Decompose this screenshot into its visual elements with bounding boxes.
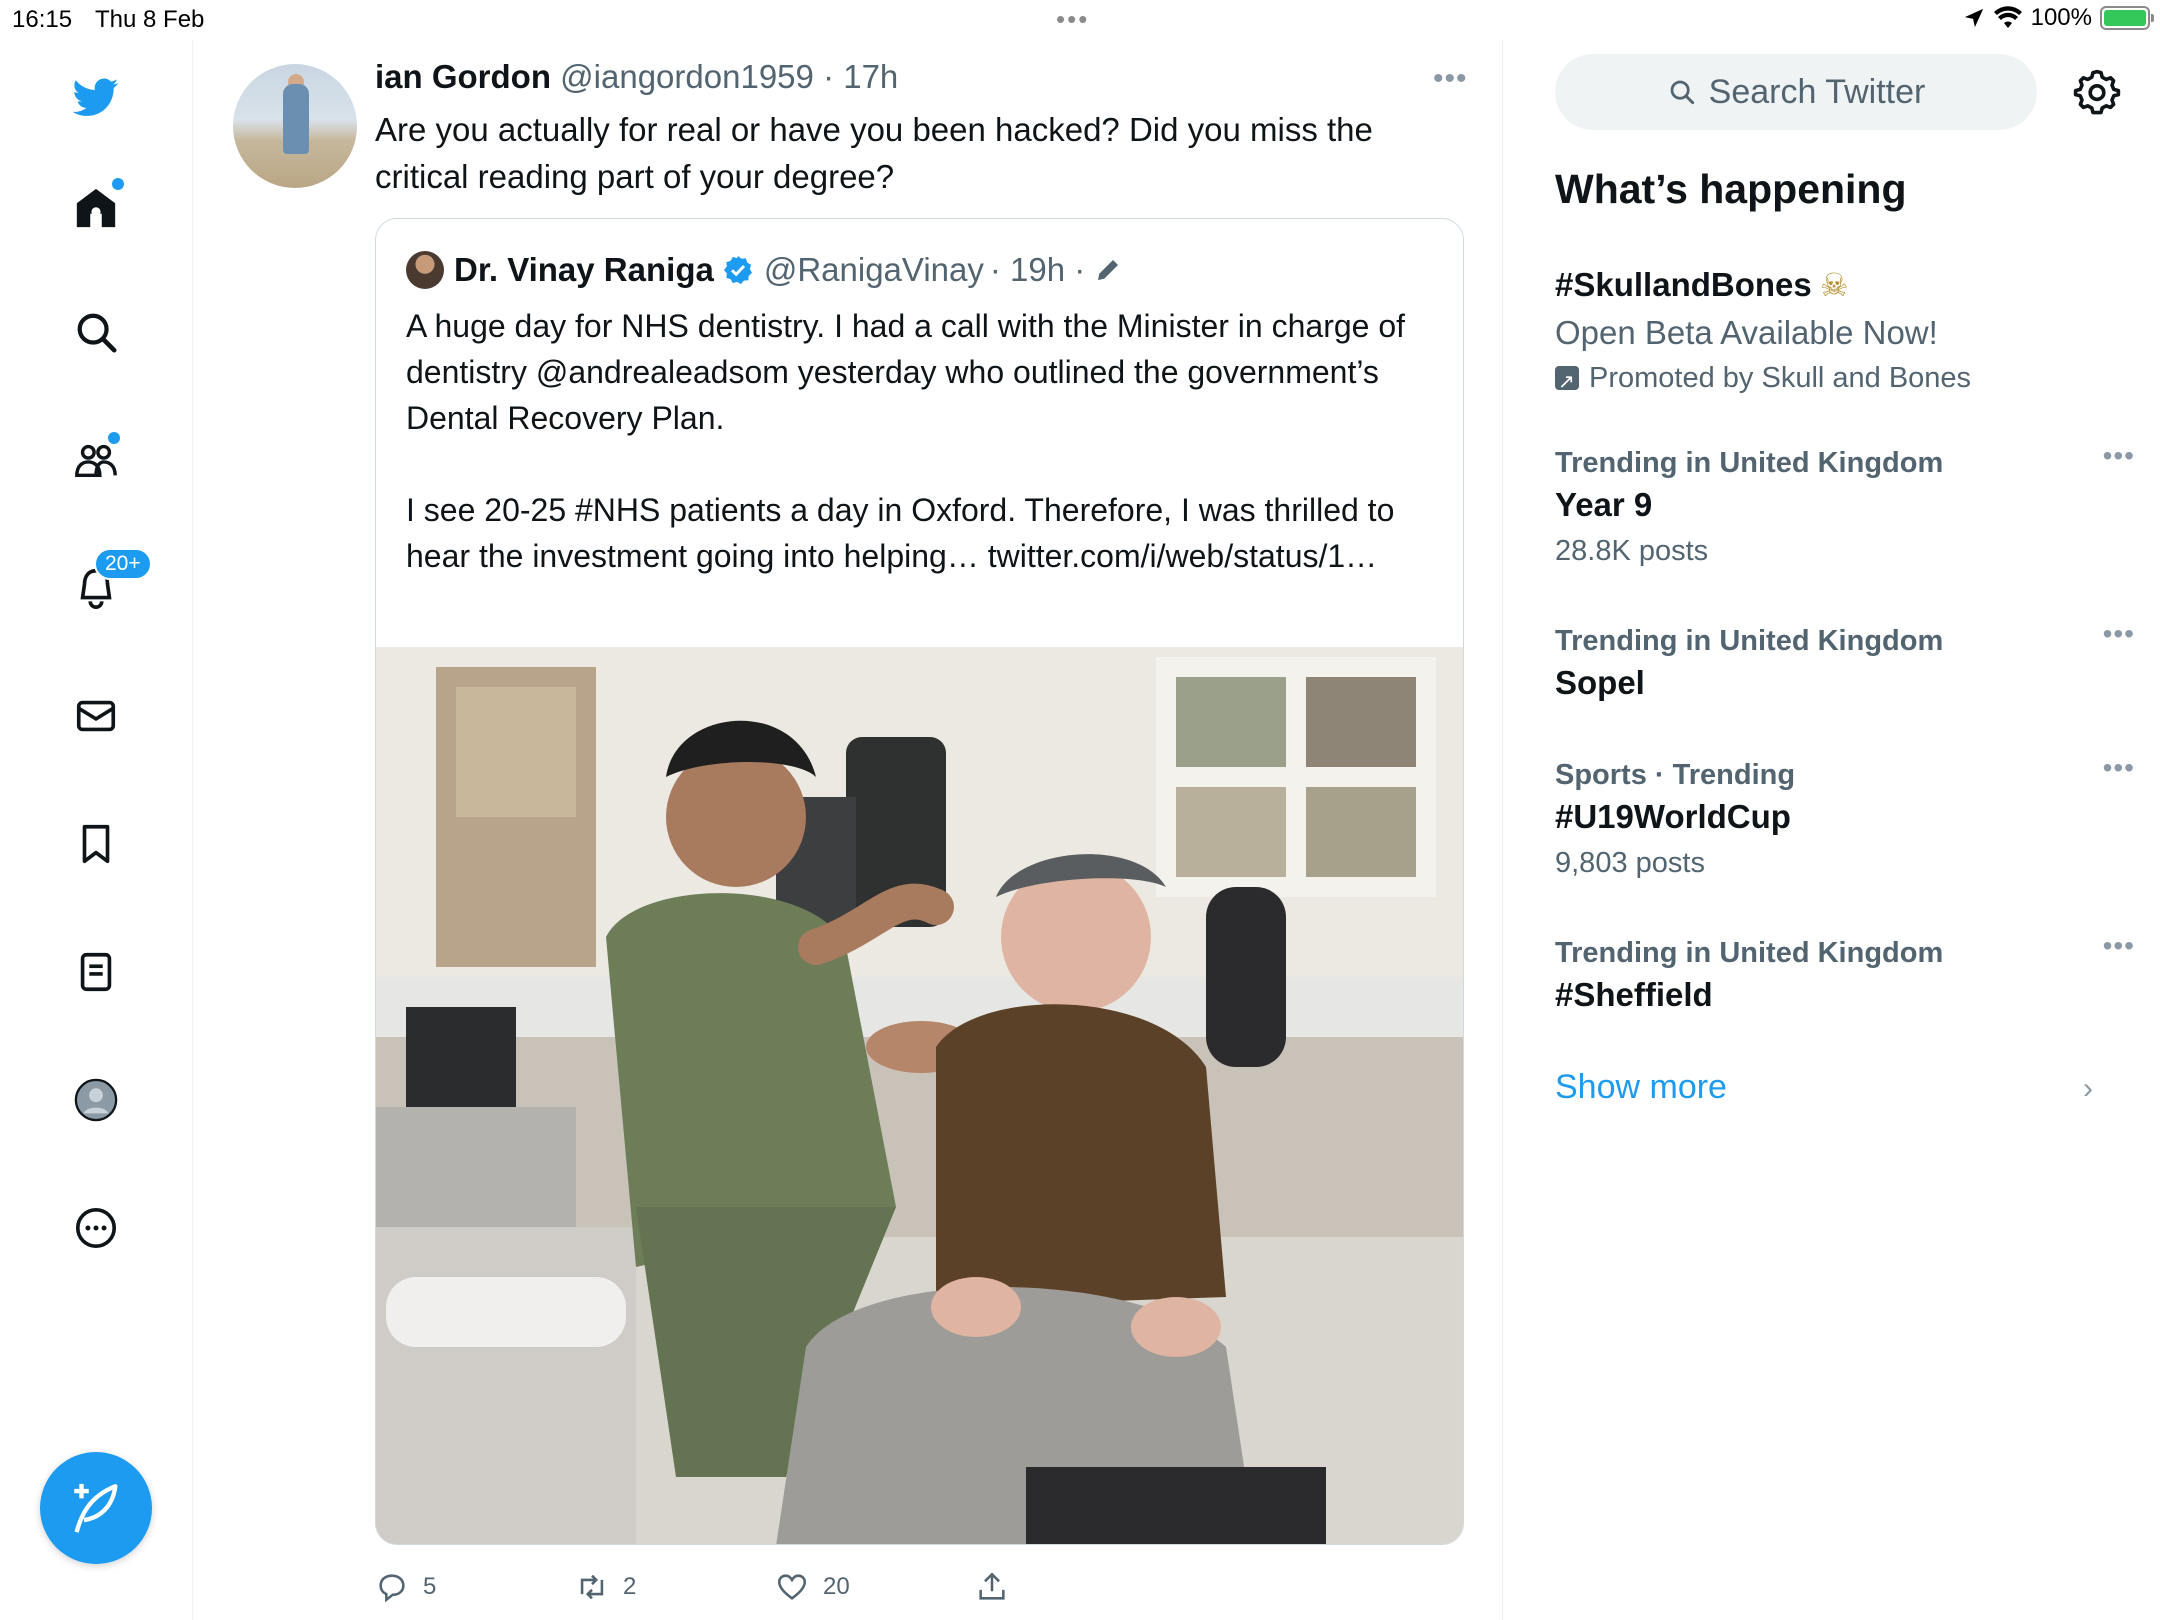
promo-by-text: Promoted by Skull and Bones bbox=[1589, 362, 1972, 394]
trend-title: Year 9 bbox=[1555, 486, 1653, 523]
retweet-icon bbox=[580, 1574, 604, 1600]
search-icon bbox=[1670, 80, 1694, 105]
retweet-count: 2 bbox=[623, 1573, 637, 1600]
right-sidebar: Search Twitter What’s happening #Skullan… bbox=[1503, 40, 2160, 1620]
home-unread-dot bbox=[112, 178, 124, 190]
quoted-author-name: Dr. Vinay Raniga bbox=[454, 251, 714, 288]
trend-item[interactable]: Sports · Trending #U19WorldCup 9,803 pos… bbox=[1555, 752, 2134, 886]
status-date: Thu 8 Feb bbox=[95, 6, 205, 33]
home-icon[interactable] bbox=[66, 178, 126, 238]
promo-attribution: Promoted by Skull and Bones bbox=[1555, 358, 2115, 402]
left-nav: 20+ bbox=[0, 40, 193, 1620]
like-button[interactable]: 20 bbox=[775, 1570, 850, 1604]
trend-post-count: 9,803 posts bbox=[1555, 847, 1705, 879]
quoted-tweet-text: A huge day for NHS dentistry. I had a ca… bbox=[406, 303, 1446, 579]
chevron-right-icon: › bbox=[2083, 1072, 2093, 1105]
main-timeline: ian Gordon @iangordon1959 · 17h ••• Are … bbox=[193, 40, 1503, 1620]
status-time: 16:15 bbox=[12, 6, 73, 33]
share-button[interactable] bbox=[975, 1570, 1009, 1604]
skull-crossbones-icon: ☠ bbox=[1819, 267, 1849, 303]
trend-item[interactable]: Trending in United Kingdom Sopel ••• bbox=[1555, 618, 2134, 706]
reply-icon bbox=[379, 1574, 405, 1603]
edited-pencil-icon bbox=[1098, 260, 1119, 280]
tweet-author-handle[interactable]: @iangordon1959 bbox=[560, 58, 814, 95]
quoted-tweet-timestamp: · 19h · bbox=[989, 251, 1086, 288]
tweet-more-options-icon[interactable]: ••• bbox=[1433, 62, 1468, 96]
tweet-author-avatar[interactable] bbox=[233, 64, 357, 188]
notifications-badge: 20+ bbox=[94, 548, 152, 580]
battery-icon bbox=[2100, 6, 2154, 30]
tweet-media-photo[interactable] bbox=[376, 647, 1463, 1544]
wifi-icon bbox=[1993, 6, 2022, 28]
quoted-author-avatar bbox=[406, 251, 444, 289]
status-bar: 16:15 Thu 8 Feb ••• 100% bbox=[0, 0, 2160, 40]
heart-icon bbox=[777, 1574, 807, 1600]
trend-title: #U19WorldCup bbox=[1555, 798, 1791, 835]
trend-context: Trending in United Kingdom bbox=[1555, 625, 1944, 657]
trend-context: Trending in United Kingdom bbox=[1555, 447, 1944, 479]
trend-more-icon[interactable]: ••• bbox=[2103, 752, 2135, 784]
compose-tweet-button[interactable] bbox=[40, 1452, 152, 1564]
like-count: 20 bbox=[823, 1573, 850, 1600]
profile-avatar-icon[interactable] bbox=[66, 1070, 126, 1130]
communities-icon[interactable] bbox=[66, 430, 126, 490]
trend-post-count: 28.8K posts bbox=[1555, 535, 1709, 567]
quoted-tweet-paragraph: I see 20-25 #NHS patients a day in Oxfor… bbox=[406, 492, 1395, 574]
location-icon bbox=[1964, 8, 1983, 28]
tweet-header: ian Gordon @iangordon1959 · 17h bbox=[375, 58, 898, 96]
trend-title: #Sheffield bbox=[1555, 976, 1713, 1013]
whats-happening-heading: What’s happening bbox=[1555, 166, 1907, 212]
trend-item[interactable]: Trending in United Kingdom Year 9 28.8K … bbox=[1555, 440, 2134, 574]
search-icon[interactable] bbox=[66, 302, 126, 362]
trend-more-icon[interactable]: ••• bbox=[2103, 440, 2135, 472]
search-placeholder: Search Twitter bbox=[1708, 72, 1926, 111]
promoted-trend[interactable]: #SkullandBones ☠ Open Beta Available Now… bbox=[1555, 262, 2115, 402]
messages-icon[interactable] bbox=[66, 686, 126, 746]
tweet-author-name[interactable]: ian Gordon bbox=[375, 58, 551, 95]
more-icon[interactable] bbox=[66, 1198, 126, 1258]
trend-more-icon[interactable]: ••• bbox=[2103, 618, 2135, 650]
trend-context: Trending in United Kingdom bbox=[1555, 937, 1944, 969]
battery-percent: 100% bbox=[2030, 4, 2092, 31]
reply-button[interactable]: 5 bbox=[375, 1570, 436, 1604]
promoted-icon bbox=[1555, 362, 1579, 402]
trend-title: Sopel bbox=[1555, 664, 1645, 701]
trend-context: Sports · Trending bbox=[1555, 759, 1796, 791]
verified-badge-icon bbox=[723, 256, 752, 284]
trend-more-icon[interactable]: ••• bbox=[2103, 930, 2135, 962]
quoted-author-handle: @RanigaVinay bbox=[763, 251, 984, 288]
status-right: 100% bbox=[1963, 4, 2154, 32]
multitasking-dots[interactable]: ••• bbox=[1056, 4, 1089, 35]
tweet-timestamp[interactable]: · 17h bbox=[823, 58, 898, 95]
quoted-tweet-paragraph: A huge day for NHS dentistry. I had a ca… bbox=[406, 308, 1406, 436]
tweet-actions: 5 2 20 bbox=[375, 1570, 1075, 1614]
notifications-icon[interactable]: 20+ bbox=[66, 548, 152, 618]
bookmarks-icon[interactable] bbox=[66, 814, 126, 874]
promo-title: #SkullandBones bbox=[1555, 266, 1812, 303]
promo-subtitle: Open Beta Available Now! bbox=[1555, 314, 1938, 351]
promo-title-row: #SkullandBones ☠ bbox=[1555, 262, 2115, 308]
retweet-button[interactable]: 2 bbox=[575, 1570, 636, 1604]
lists-icon[interactable] bbox=[66, 942, 126, 1002]
quoted-tweet[interactable]: Dr. Vinay Raniga @RanigaVinay · 19h · A … bbox=[375, 218, 1464, 1545]
tweet-text: Are you actually for real or have you be… bbox=[375, 111, 1373, 195]
compose-feather-icon bbox=[74, 1483, 118, 1533]
share-icon bbox=[979, 1572, 1005, 1600]
trend-item[interactable]: Trending in United Kingdom #Sheffield ••… bbox=[1555, 930, 2134, 1018]
reply-count: 5 bbox=[423, 1573, 437, 1600]
quoted-tweet-header: Dr. Vinay Raniga @RanigaVinay · 19h · bbox=[406, 251, 1123, 289]
twitter-logo-icon[interactable] bbox=[66, 66, 126, 126]
search-input[interactable]: Search Twitter bbox=[1555, 54, 2037, 130]
communities-unread-dot bbox=[108, 432, 120, 444]
show-more-link[interactable]: Show more bbox=[1555, 1068, 1727, 1107]
settings-gear-icon[interactable] bbox=[2073, 68, 2121, 116]
